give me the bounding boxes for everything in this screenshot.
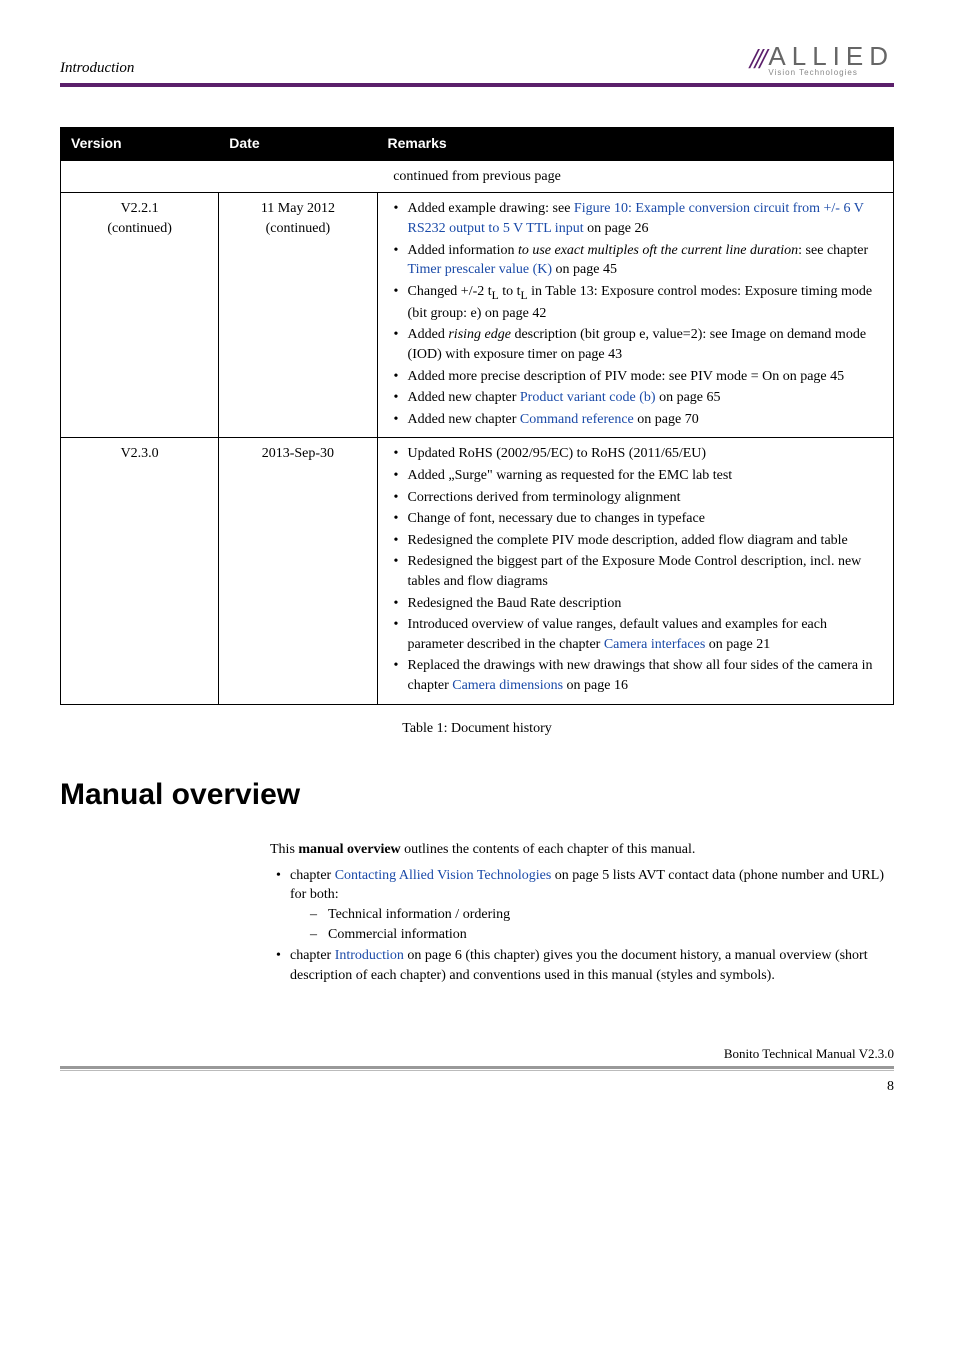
remark-item: Added new chapter Command reference on p… <box>388 410 883 430</box>
cell-remarks: Updated RoHS (2002/95/EC) to RoHS (2011/… <box>377 438 893 704</box>
brand-logo: /// ALLIED Vision Technologies <box>750 40 894 79</box>
remark-item: Redesigned the biggest part of the Expos… <box>388 552 883 591</box>
remark-item: Added example drawing: see Figure 10: Ex… <box>388 199 883 238</box>
cell-version: V2.2.1(continued) <box>61 193 219 438</box>
overview-item: chapter Introduction on page 6 (this cha… <box>270 946 894 985</box>
continued-row: continued from previous page <box>61 160 894 193</box>
footer: Bonito Technical Manual V2.3.0 <box>60 1045 894 1063</box>
remark-item: Redesigned the complete PIV mode descrip… <box>388 531 883 551</box>
cross-ref-link[interactable]: Command reference <box>520 412 634 427</box>
remark-item: Added rising edge description (bit group… <box>388 325 883 364</box>
remark-item: Corrections derived from terminology ali… <box>388 488 883 508</box>
overview-subitem: Technical information / ordering <box>310 905 894 925</box>
remark-item: Changed +/-2 tL to tL in Table 13: Expos… <box>388 282 883 324</box>
cross-ref-link[interactable]: Introduction <box>335 948 404 963</box>
page-header: Introduction /// ALLIED Vision Technolog… <box>60 40 894 87</box>
cross-ref-link[interactable]: Figure 10: Example conversion circuit fr… <box>408 201 864 236</box>
cross-ref-link[interactable]: Camera dimensions <box>452 678 563 693</box>
cell-version: V2.3.0 <box>61 438 219 704</box>
remark-item: Introduced overview of value ranges, def… <box>388 615 883 654</box>
page-number: 8 <box>60 1077 894 1097</box>
continued-text: continued from previous page <box>61 160 894 193</box>
cross-ref-link[interactable]: Camera interfaces <box>604 637 705 652</box>
cell-date: 11 May 2012(continued) <box>219 193 377 438</box>
table-caption: Table 1: Document history <box>60 719 894 739</box>
overview-intro: This manual overview outlines the conten… <box>270 840 894 860</box>
remark-item: Change of font, necessary due to changes… <box>388 509 883 529</box>
remark-item: Added new chapter Product variant code (… <box>388 388 883 408</box>
col-header-version: Version <box>61 128 219 161</box>
cross-ref-link[interactable]: Contacting Allied Vision Technologies <box>335 868 552 883</box>
remark-item: Redesigned the Baud Rate description <box>388 594 883 614</box>
logo-slashes-icon: /// <box>750 40 764 79</box>
overview-subitem: Commercial information <box>310 925 894 945</box>
remark-item: Added more precise description of PIV mo… <box>388 367 883 387</box>
overview-item: chapter Contacting Allied Vision Technol… <box>270 866 894 944</box>
manual-overview-body: This manual overview outlines the conten… <box>270 840 894 985</box>
cross-ref-link[interactable]: Timer prescaler value (K) <box>408 262 552 277</box>
remark-item: Updated RoHS (2002/95/EC) to RoHS (2011/… <box>388 444 883 464</box>
table-row: V2.3.02013-Sep-30 Updated RoHS (2002/95/E… <box>61 438 894 704</box>
logo-main-text: ALLIED <box>768 43 894 69</box>
col-header-date: Date <box>219 128 377 161</box>
remark-item: Added information to use exact multiples… <box>388 241 883 280</box>
cell-remarks: Added example drawing: see Figure 10: Ex… <box>377 193 893 438</box>
document-history-table: Version Date Remarks continued from prev… <box>60 127 894 704</box>
manual-overview-heading: Manual overview <box>60 774 894 816</box>
footer-doc-title: Bonito Technical Manual V2.3.0 <box>724 1045 894 1063</box>
cell-date: 2013-Sep-30 <box>219 438 377 704</box>
col-header-remarks: Remarks <box>377 128 893 161</box>
header-section-title: Introduction <box>60 58 134 79</box>
remark-item: Added „Surge" warning as requested for t… <box>388 466 883 486</box>
remark-item: Replaced the drawings with new drawings … <box>388 656 883 695</box>
logo-sub-text: Vision Technologies <box>768 69 894 77</box>
cross-ref-link[interactable]: Product variant code (b) <box>520 390 656 405</box>
table-row: V2.2.1(continued)11 May 2012(continued) A… <box>61 193 894 438</box>
